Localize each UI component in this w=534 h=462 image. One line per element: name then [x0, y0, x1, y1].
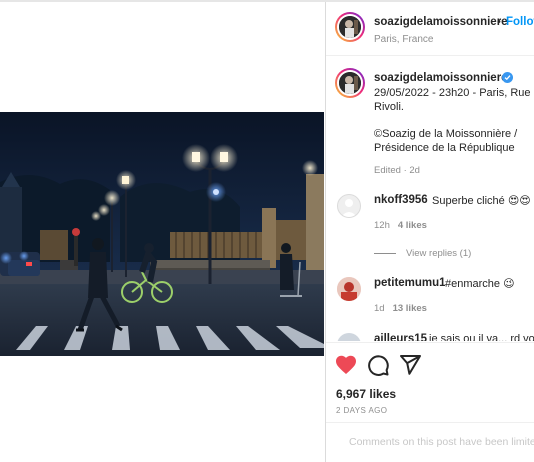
media-pane: [0, 2, 325, 462]
comment-text: Superbe cliché 😍😍: [432, 195, 531, 207]
post-location[interactable]: Paris, France: [374, 34, 433, 45]
post-date: 2 DAYS AGO: [336, 406, 388, 415]
caption-line: Présidence de la République: [374, 142, 515, 154]
comment-likes[interactable]: 4 likes: [398, 220, 427, 231]
comments-limited-notice: Comments on this post have been limited: [349, 436, 534, 448]
author-username[interactable]: soazigdelamoissonniere: [374, 16, 508, 28]
share-icon[interactable]: [398, 353, 422, 377]
comment-username[interactable]: petitemumu1: [374, 277, 446, 289]
header-separator: •: [497, 16, 501, 28]
comment-hashtag[interactable]: #enmarche 😉: [445, 277, 515, 290]
post-photo[interactable]: [0, 112, 324, 356]
post-dialog: soazigdelamoissonniere • Follow Paris, F…: [0, 0, 534, 462]
comment-username[interactable]: nkoff3956: [374, 194, 428, 206]
comment-time: 12h: [374, 220, 390, 231]
comments-divider: [326, 422, 534, 423]
caption-username[interactable]: soazigdelamoissonniere: [374, 72, 508, 84]
actions-divider: [326, 342, 534, 343]
comment-username[interactable]: ailleurs15: [374, 333, 427, 341]
post-caption: soazigdelamoissonniere 29/05/2022 - 23h2…: [326, 56, 534, 186]
comment-time: 1d: [374, 303, 385, 314]
comment-icon[interactable]: [366, 353, 390, 377]
verified-badge-icon: [502, 72, 513, 83]
like-count[interactable]: 6,967 likes: [336, 387, 396, 401]
post-sidebar: soazigdelamoissonniere • Follow Paris, F…: [326, 2, 534, 462]
view-replies[interactable]: View replies (1): [374, 248, 471, 259]
view-replies-label[interactable]: View replies (1): [406, 248, 471, 259]
comment-text: je sais ou il va... rd vous: [429, 333, 534, 341]
post-header: soazigdelamoissonniere • Follow Paris, F…: [326, 2, 534, 56]
follow-button[interactable]: Follow: [506, 16, 534, 28]
comment-avatar[interactable]: [337, 333, 361, 341]
comment-likes[interactable]: 13 likes: [393, 303, 427, 314]
comment-meta: 1d 13 likes: [374, 303, 427, 314]
caption-line: 29/05/2022 - 23h20 - Paris, Rue de: [374, 87, 534, 99]
edited-timestamp: Edited · 2d: [374, 165, 420, 176]
comment-item: ailleurs15 je sais ou il va... rd vous: [326, 333, 534, 341]
caption-line: Rivoli.: [374, 101, 404, 113]
caption-line: ©Soazig de la Moissonnière /: [374, 128, 518, 140]
caption-avatar[interactable]: [335, 68, 365, 98]
heart-icon[interactable]: [334, 353, 358, 377]
comment-avatar[interactable]: [337, 277, 361, 301]
comment-avatar[interactable]: [337, 194, 361, 218]
author-avatar[interactable]: [335, 12, 365, 42]
comment-meta: 12h 4 likes: [374, 220, 427, 231]
